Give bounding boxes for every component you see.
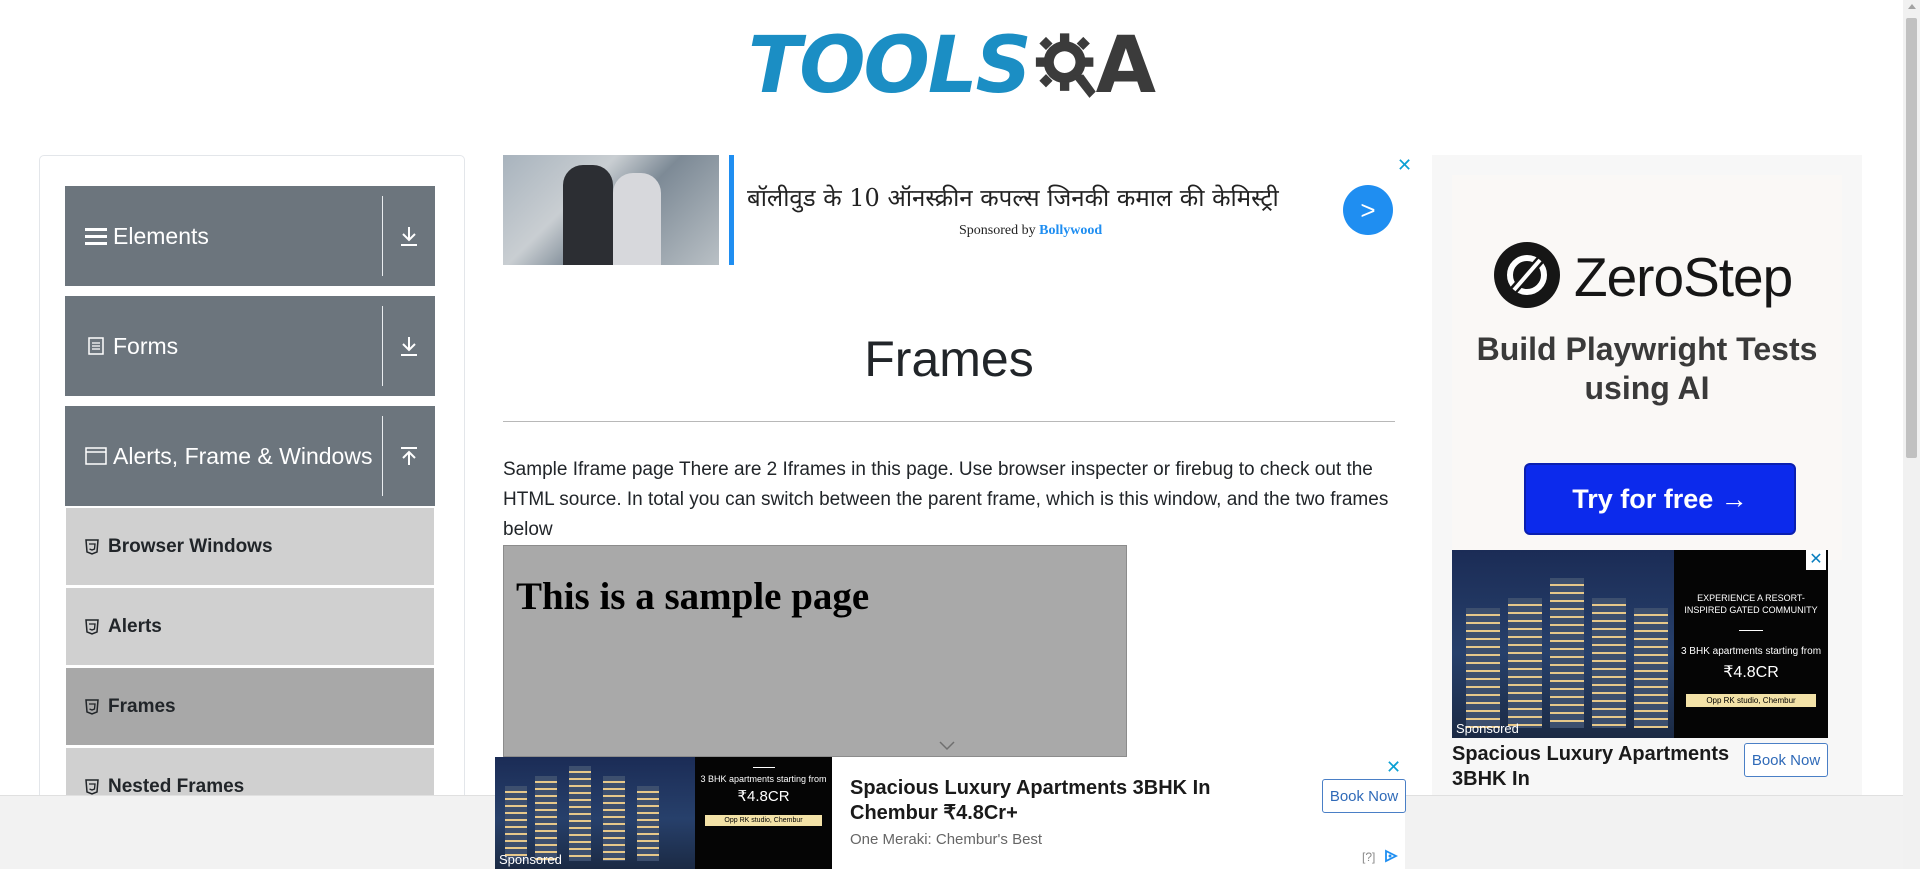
sponsored-label: Sponsored (1456, 721, 1519, 736)
html5-icon (85, 698, 99, 715)
building (1466, 608, 1500, 728)
ad-building-photo (1452, 550, 1674, 738)
sponsored-label: Sponsored (499, 852, 562, 867)
scroll-up-icon[interactable] (1908, 4, 1916, 9)
promo-location: Opp RK studio, Chembur (1686, 694, 1816, 707)
logo-a-text: A (1095, 21, 1156, 111)
document-icon (85, 337, 107, 355)
zerostep-brand: ZeroStep (1574, 246, 1793, 308)
top-ad-banner[interactable]: बॉलीवुड के 10 ऑनस्क्रीन कपल्स जिनकी कमाल… (503, 155, 1412, 265)
sidebar-item-browser-windows[interactable]: Browser Windows (66, 508, 434, 585)
html5-icon (85, 538, 99, 555)
download-icon[interactable] (383, 186, 435, 286)
ad-image (503, 155, 719, 265)
html5-icon (85, 618, 99, 635)
building (1550, 578, 1584, 728)
close-icon[interactable]: ✕ (1806, 550, 1826, 570)
sidebar-group-alerts-frame-windows[interactable]: Alerts, Frame & Windows (65, 406, 435, 506)
window-icon (85, 447, 107, 465)
apartment-ad-image: 3 BHK apartments starting from ₹4.8CR Op… (495, 757, 832, 869)
apartment-ad-image[interactable]: EXPERIENCE A RESORT-INSPIRED GATED COMMU… (1452, 550, 1828, 738)
ad-person-1 (563, 165, 613, 265)
sidebar-item-label: Browser Windows (108, 535, 273, 557)
ad-title[interactable]: बॉलीवुड के 10 ऑनस्क्रीन कपल्स जिनकी कमाल… (747, 181, 1279, 214)
page-description: Sample Iframe page There are 2 Iframes i… (503, 459, 1389, 540)
building (603, 776, 625, 861)
iframe-heading: This is a sample page (516, 575, 870, 618)
zerostep-ad[interactable]: ZeroStep Build Playwright Tests using AI… (1452, 175, 1842, 560)
divider (752, 767, 775, 768)
promo-line-1: EXPERIENCE A RESORT-INSPIRED GATED COMMU… (1684, 593, 1818, 615)
promo-price: ₹4.8CR (737, 788, 790, 805)
divider (1739, 630, 1763, 631)
ad-promo-panel: 3 BHK apartments starting from ₹4.8CR Op… (695, 757, 832, 869)
apartment-ad-title[interactable]: Spacious Luxury Apartments 3BHK In (1452, 742, 1732, 792)
chevron-down-icon[interactable] (938, 740, 956, 752)
building (1592, 598, 1626, 728)
right-ad-column: ZeroStep Build Playwright Tests using AI… (1432, 155, 1862, 869)
upload-icon[interactable] (383, 406, 435, 506)
sidebar-item-alerts[interactable]: Alerts (66, 588, 434, 665)
ad-promo-panel: EXPERIENCE A RESORT-INSPIRED GATED COMMU… (1674, 550, 1828, 738)
divider (503, 421, 1395, 422)
building (569, 766, 591, 861)
book-now-button[interactable]: Book Now (1744, 743, 1828, 777)
sidebar: Elements Forms Alerts, Frame & Windows B… (39, 155, 465, 869)
book-now-button[interactable]: Book Now (1322, 779, 1406, 813)
ad-sponsor-line: Sponsored by Bollywood (959, 223, 1102, 239)
hamburger-icon (85, 226, 107, 246)
page-scrollbar[interactable] (1903, 0, 1920, 869)
ad-sponsored-by: Sponsored by (959, 223, 1036, 238)
bottom-ad-banner[interactable]: 3 BHK apartments starting from ₹4.8CR Op… (495, 757, 1406, 869)
gear-icon (1035, 33, 1096, 98)
sample-iframe[interactable]: This is a sample page (503, 545, 1127, 757)
promo-price: ₹4.8CR (1723, 664, 1779, 681)
close-icon[interactable]: ✕ (1397, 155, 1412, 176)
try-for-free-button[interactable]: Try for free → (1524, 463, 1796, 535)
building (637, 786, 659, 861)
sidebar-item-label: Frames (108, 695, 176, 717)
sidebar-item-label: Alerts (108, 615, 162, 637)
ad-go-button[interactable]: > (1343, 185, 1393, 235)
html5-icon (85, 778, 99, 795)
page-title: Frames (864, 331, 1034, 387)
ad-accent-bar (729, 155, 734, 265)
bottom-ad-subtitle: One Meraki: Chembur's Best (850, 831, 1043, 848)
building (1508, 598, 1542, 728)
promo-line-2: 3 BHK apartments starting from (1680, 646, 1822, 657)
ad-info-link[interactable]: [?] (1362, 850, 1375, 864)
bottom-ad-title[interactable]: Spacious Luxury Apartments 3BHK In Chemb… (850, 776, 1250, 826)
promo-line-2: 3 BHK apartments starting from (700, 774, 827, 784)
building (1634, 608, 1668, 728)
ad-person-2 (613, 173, 661, 265)
building (535, 776, 557, 861)
download-icon[interactable] (383, 296, 435, 396)
sidebar-group-forms[interactable]: Forms (65, 296, 435, 396)
page: TOOLS A Elements Forms Alerts, Frame & W… (0, 0, 1920, 869)
zerostep-logo-icon (1494, 242, 1560, 308)
zerostep-tagline: Build Playwright Tests using AI (1476, 331, 1818, 406)
building (505, 786, 527, 861)
sidebar-item-frames[interactable]: Frames (66, 668, 434, 745)
promo-location: Opp RK studio, Chembur (705, 815, 822, 826)
adchoices-icon[interactable] (1382, 849, 1400, 863)
logo-tools-text: TOOLS (748, 21, 1032, 111)
scrollbar-thumb[interactable] (1906, 18, 1917, 458)
toolsqa-logo[interactable]: TOOLS A (748, 16, 1156, 116)
sidebar-group-elements[interactable]: Elements (65, 186, 435, 286)
close-icon[interactable]: ✕ (1386, 757, 1401, 778)
ad-sponsor-name[interactable]: Bollywood (1039, 223, 1102, 238)
